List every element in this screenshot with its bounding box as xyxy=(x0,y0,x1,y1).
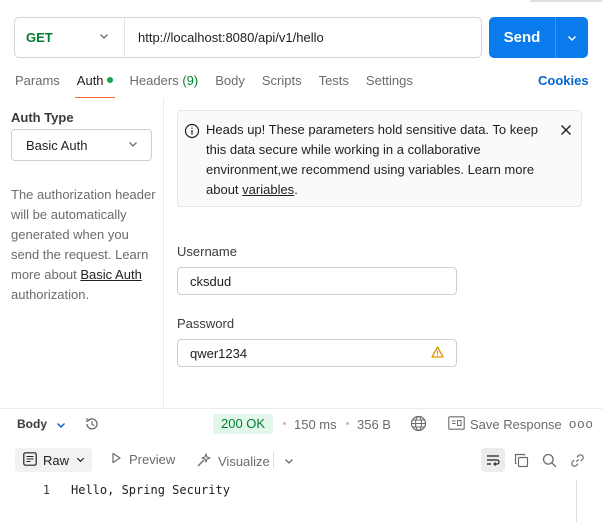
response-time[interactable]: 150 ms xyxy=(294,417,337,432)
tab-headers-label: Headers xyxy=(129,73,179,88)
send-button-group: Send xyxy=(489,17,588,58)
response-size[interactable]: 356 B xyxy=(357,417,391,432)
cookies-link[interactable]: Cookies xyxy=(538,73,589,88)
copy-icon xyxy=(514,453,528,467)
username-input[interactable]: cksdud xyxy=(177,267,457,295)
raw-label: Raw xyxy=(43,452,70,468)
wrap-lines-button[interactable] xyxy=(481,448,505,472)
status-badge[interactable]: 200 OK xyxy=(213,414,274,434)
tab-body[interactable]: Body xyxy=(215,72,245,98)
code-line: Hello, Spring Security xyxy=(71,483,230,497)
more-options-button[interactable]: ooo xyxy=(569,416,594,431)
variables-link[interactable]: variables xyxy=(242,182,294,197)
chevron-down-icon xyxy=(98,30,110,45)
tab-scripts[interactable]: Scripts xyxy=(262,72,302,98)
visualize-icon xyxy=(196,452,212,471)
auth-type-select[interactable]: Basic Auth xyxy=(11,129,152,161)
username-label: Username xyxy=(177,244,237,259)
auth-description-end: authorization. xyxy=(11,287,90,302)
save-response-button[interactable]: Save Response xyxy=(470,417,562,432)
link-button[interactable] xyxy=(565,448,589,472)
response-divider xyxy=(0,408,602,409)
chevron-down-icon xyxy=(568,35,576,41)
response-code-view[interactable]: 1 Hello, Spring Security xyxy=(0,480,576,522)
globe-icon[interactable] xyxy=(410,415,427,435)
url-bar: GET http://localhost:8080/api/v1/hello xyxy=(14,17,482,58)
tab-auth-label: Auth xyxy=(76,73,104,88)
send-options-button[interactable] xyxy=(556,17,588,58)
tab-tests[interactable]: Tests xyxy=(319,72,349,98)
line-number: 1 xyxy=(42,483,50,497)
auth-sidebar: Auth Type Basic Auth The authorization h… xyxy=(0,98,164,408)
view-mode-preview[interactable]: Preview xyxy=(110,452,175,467)
method-label: GET xyxy=(26,30,53,45)
request-tabs: Params Auth Headers (9) Body Scripts Tes… xyxy=(15,72,430,98)
save-response-icon[interactable] xyxy=(448,416,465,433)
chevron-down-icon xyxy=(127,138,139,153)
warning-icon xyxy=(431,345,444,361)
search-button[interactable] xyxy=(537,448,561,472)
send-button[interactable]: Send xyxy=(489,17,556,58)
banner-message-end: . xyxy=(294,182,298,197)
toolbar-divider xyxy=(273,452,274,468)
response-body-dropdown[interactable]: Body xyxy=(17,417,47,431)
auth-description: The authorization header will be automat… xyxy=(11,185,157,305)
separator-dot xyxy=(346,422,349,425)
banner-text: Heads up! These parameters hold sensitiv… xyxy=(206,120,551,200)
basic-auth-link[interactable]: Basic Auth xyxy=(80,267,141,282)
preview-label: Preview xyxy=(129,452,176,467)
sensitive-data-banner: Heads up! These parameters hold sensitiv… xyxy=(177,110,582,207)
chevron-down-icon xyxy=(75,453,86,468)
search-icon xyxy=(542,453,556,467)
link-icon xyxy=(570,453,584,467)
close-icon[interactable] xyxy=(559,123,573,140)
password-input[interactable]: qwer1234 xyxy=(177,339,457,367)
chevron-down-icon[interactable] xyxy=(283,455,295,470)
top-edge-line xyxy=(530,0,602,2)
tab-auth[interactable]: Auth xyxy=(74,72,115,98)
tab-settings[interactable]: Settings xyxy=(366,72,413,98)
password-label: Password xyxy=(177,316,235,331)
username-value: cksdud xyxy=(190,273,232,289)
method-select[interactable]: GET xyxy=(15,18,125,57)
view-mode-raw[interactable]: Raw xyxy=(15,448,92,472)
scrollbar[interactable] xyxy=(576,480,577,522)
visualize-label: Visualize xyxy=(218,454,270,469)
play-icon xyxy=(110,452,122,467)
tab-headers[interactable]: Headers (9) xyxy=(130,72,199,98)
wrap-lines-icon xyxy=(487,455,500,466)
url-input[interactable]: http://localhost:8080/api/v1/hello xyxy=(125,30,324,45)
tab-headers-count: (9) xyxy=(182,73,199,88)
view-mode-visualize[interactable]: Visualize xyxy=(196,452,270,471)
auth-type-label: Auth Type xyxy=(11,110,74,125)
auth-type-value: Basic Auth xyxy=(26,137,88,153)
raw-format-icon xyxy=(23,451,37,469)
separator-dot xyxy=(283,422,286,425)
info-icon xyxy=(184,123,200,142)
active-dot-icon xyxy=(106,77,113,83)
chevron-down-icon[interactable] xyxy=(55,419,67,434)
history-icon[interactable] xyxy=(84,416,100,435)
copy-button[interactable] xyxy=(509,448,533,472)
password-value: qwer1234 xyxy=(190,345,248,361)
tab-params[interactable]: Params xyxy=(15,72,60,98)
